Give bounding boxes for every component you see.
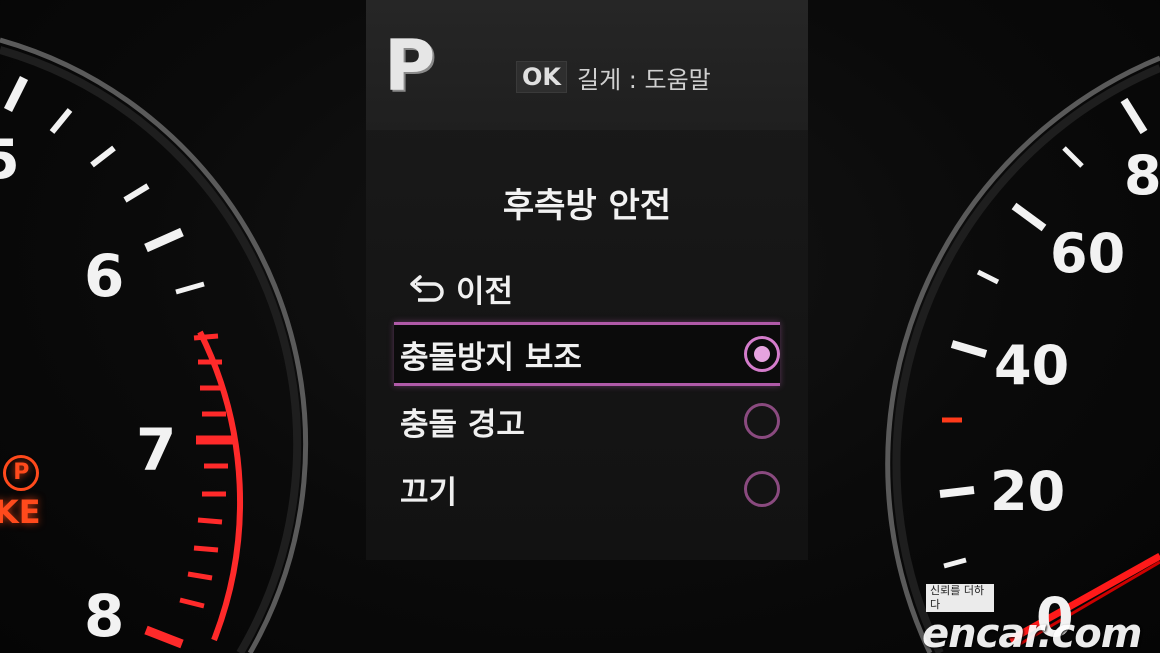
help-hint-text: 길게 : 도움말 <box>577 65 711 94</box>
radio-checked-icon[interactable] <box>744 336 780 372</box>
parking-brake-text: KE <box>0 493 41 531</box>
speed-number-20: 20 <box>990 460 1065 523</box>
ok-key-badge: OK <box>516 61 567 93</box>
option-collision-warning[interactable]: 충돌 경고 <box>394 392 780 450</box>
center-display: P OK 길게 : 도움말 후측방 안전 이전 충돌방지 보조 충돌 경고 끄기 <box>366 0 808 560</box>
tach-number-5: 5 <box>0 128 20 191</box>
watermark-tagline: 신뢰를 더하다 <box>926 584 994 612</box>
option-collision-avoidance-assist[interactable]: 충돌방지 보조 <box>394 322 780 386</box>
back-arrow-icon <box>410 274 444 302</box>
speed-number-80: 8 <box>1124 144 1160 207</box>
radio-unchecked-icon[interactable] <box>744 471 780 507</box>
option-label: 충돌 경고 <box>400 406 525 443</box>
instrument-cluster: 5 6 7 8 8 60 40 20 0 P KE P OK 길게 : 도움말 … <box>0 0 1160 653</box>
tach-number-8: 8 <box>84 582 124 650</box>
watermark: 신뢰를 더하다 encar.com <box>922 584 1142 653</box>
tachometer-redline <box>144 330 244 649</box>
option-label: 끄기 <box>400 474 458 511</box>
gear-indicator: P <box>384 25 436 107</box>
back-menu-item[interactable]: 이전 <box>408 266 513 311</box>
speed-number-40: 40 <box>994 334 1069 397</box>
tach-number-6: 6 <box>84 242 124 310</box>
help-hint: OK 길게 : 도움말 <box>516 60 711 94</box>
option-label: 충돌방지 보조 <box>400 339 582 376</box>
parking-brake-icon: P <box>3 455 40 491</box>
back-label: 이전 <box>456 274 514 310</box>
radio-unchecked-icon[interactable] <box>744 403 780 439</box>
watermark-brand: encar.com <box>922 611 1142 653</box>
menu-title: 후측방 안전 <box>502 186 672 226</box>
parking-brake-warning: P KE <box>0 455 41 529</box>
display-header: P OK 길게 : 도움말 <box>366 0 808 130</box>
speed-number-60: 60 <box>1050 222 1125 285</box>
tach-number-7: 7 <box>136 416 176 484</box>
option-off[interactable]: 끄기 <box>394 460 780 518</box>
